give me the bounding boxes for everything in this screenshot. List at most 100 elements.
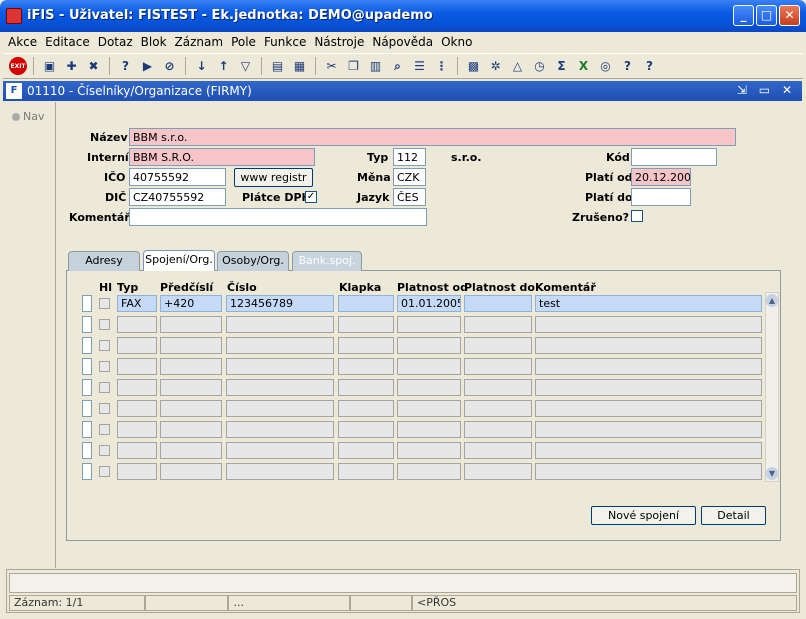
nazev-field[interactable]: BBM s.r.o. (129, 128, 736, 146)
interni-field[interactable]: BBM S.R.O. (129, 148, 315, 166)
grid-cell[interactable] (338, 463, 394, 480)
grid-cell[interactable] (535, 316, 762, 333)
filter-icon[interactable]: ▽ (236, 57, 255, 76)
www-registr-button[interactable]: www registr (234, 168, 313, 187)
grid-cell[interactable] (226, 316, 334, 333)
cell-cislo[interactable]: 123456789 (226, 295, 334, 312)
calc-icon[interactable]: ▩ (464, 57, 483, 76)
exit-icon[interactable]: EXIT (9, 57, 27, 75)
grid-cell[interactable] (226, 463, 334, 480)
tree-icon[interactable]: ⋮ (432, 57, 451, 76)
excel-icon[interactable]: X (574, 57, 593, 76)
menu-okno[interactable]: Okno (441, 33, 472, 52)
ico-field[interactable]: 40755592 (129, 168, 226, 186)
grid-cell[interactable] (464, 421, 532, 438)
cell-platnost-do[interactable] (464, 295, 532, 312)
cancel-icon[interactable]: ⊘ (160, 57, 179, 76)
row-selector[interactable] (82, 316, 92, 333)
cell-predcisli[interactable]: +420 (160, 295, 222, 312)
grid-cell[interactable] (117, 442, 157, 459)
grid-cell[interactable] (226, 379, 334, 396)
grid-cell[interactable] (397, 442, 461, 459)
execute-icon[interactable]: ▶ (138, 57, 157, 76)
grid-cell[interactable] (464, 400, 532, 417)
row-selector[interactable] (82, 358, 92, 375)
grid-cell[interactable] (397, 400, 461, 417)
grid-scrollbar[interactable]: ▲ ▼ (765, 292, 779, 482)
zruseno-checkbox[interactable] (631, 210, 643, 222)
row-hl-checkbox[interactable] (99, 403, 110, 414)
copy-icon[interactable]: ❐ (344, 57, 363, 76)
row-hl-checkbox[interactable] (99, 319, 110, 330)
grid-cell[interactable] (117, 358, 157, 375)
tab-adresy[interactable]: Adresy (68, 251, 140, 271)
delete-icon[interactable]: ✖ (84, 57, 103, 76)
scroll-down-icon[interactable]: ▼ (766, 467, 778, 480)
menu-akce[interactable]: Akce (8, 33, 37, 52)
menu-blok[interactable]: Blok (141, 33, 167, 52)
jazyk-field[interactable]: ČES (393, 188, 426, 206)
grid-cell[interactable] (226, 358, 334, 375)
grid-cell[interactable] (397, 337, 461, 354)
list-icon[interactable]: ☰ (410, 57, 429, 76)
grid-cell[interactable] (535, 379, 762, 396)
menu-dotaz[interactable]: Dotaz (98, 33, 133, 52)
grid-cell[interactable] (397, 358, 461, 375)
row-hl-checkbox[interactable] (99, 424, 110, 435)
grid-cell[interactable] (117, 400, 157, 417)
settings-icon[interactable]: ✲ (486, 57, 505, 76)
row-hl-checkbox[interactable] (99, 382, 110, 393)
about-icon[interactable]: ? (640, 57, 659, 76)
dic-field[interactable]: CZ40755592 (129, 188, 226, 206)
grid-cell[interactable] (226, 400, 334, 417)
row-selector[interactable] (82, 379, 92, 396)
clock-icon[interactable]: ◷ (530, 57, 549, 76)
row-selector[interactable] (82, 337, 92, 354)
grid-cell[interactable] (535, 358, 762, 375)
sort-asc-icon[interactable]: ↓ (192, 57, 211, 76)
grid-cell[interactable] (464, 337, 532, 354)
row-hl-checkbox[interactable] (99, 361, 110, 372)
grid-cell[interactable] (338, 421, 394, 438)
insert-icon[interactable]: ✚ (62, 57, 81, 76)
grid-cell[interactable] (464, 358, 532, 375)
mena-field[interactable]: CZK (393, 168, 426, 186)
web-icon[interactable]: ◎ (596, 57, 615, 76)
tab-spojeni[interactable]: Spojení/Org. (143, 250, 215, 271)
grid-cell[interactable] (464, 442, 532, 459)
grid-cell[interactable] (160, 421, 222, 438)
grid-cell[interactable] (160, 400, 222, 417)
grid-cell[interactable] (338, 337, 394, 354)
menu-pole[interactable]: Pole (231, 33, 256, 52)
row-hl-checkbox[interactable] (99, 445, 110, 456)
grid-cell[interactable] (226, 421, 334, 438)
grid-cell[interactable] (397, 463, 461, 480)
grid-cell[interactable] (535, 442, 762, 459)
help-icon[interactable]: ? (618, 57, 637, 76)
row-hl-checkbox[interactable] (99, 466, 110, 477)
form-window-controls[interactable]: ⇲ ▭ ✕ (737, 83, 796, 97)
cell-typ[interactable]: FAX (117, 295, 157, 312)
grid-cell[interactable] (535, 421, 762, 438)
grid-cell[interactable] (397, 421, 461, 438)
grid-cell[interactable] (160, 337, 222, 354)
nav-radio[interactable] (12, 113, 20, 121)
nove-spojeni-button[interactable]: Nové spojení (591, 506, 696, 525)
menu-napoveda[interactable]: Nápověda (372, 33, 433, 52)
sum-icon[interactable]: Σ (552, 57, 571, 76)
menu-nastroje[interactable]: Nástroje (314, 33, 364, 52)
cell-klapka[interactable] (338, 295, 394, 312)
tab-osoby[interactable]: Osoby/Org. (217, 251, 289, 271)
grid-cell[interactable] (535, 400, 762, 417)
grid-cell[interactable] (397, 379, 461, 396)
row-selector[interactable] (82, 442, 92, 459)
grid-cell[interactable] (160, 358, 222, 375)
cell-platnost-od[interactable]: 01.01.2005 (397, 295, 461, 312)
row-selector[interactable] (82, 421, 92, 438)
save-icon[interactable]: ▣ (40, 57, 59, 76)
grid-cell[interactable] (160, 463, 222, 480)
detail-button[interactable]: Detail (701, 506, 766, 525)
grid-cell[interactable] (160, 442, 222, 459)
grid-cell[interactable] (226, 442, 334, 459)
row-hl-checkbox[interactable] (99, 340, 110, 351)
